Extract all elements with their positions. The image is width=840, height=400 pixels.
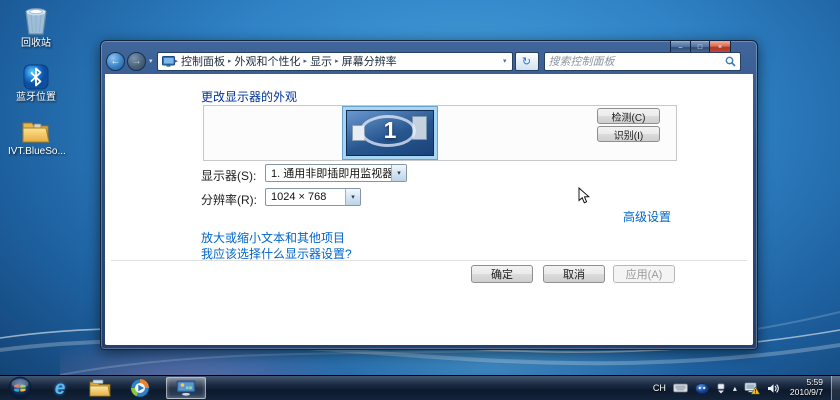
cancel-button[interactable]: 取消 [543,265,605,283]
folder-icon [8,114,64,144]
desktop-icon-bluetooth-places[interactable]: 蓝牙位置 [8,60,64,103]
show-desktop-button[interactable] [831,376,840,400]
taskbar-active-display-settings[interactable] [166,377,206,399]
desktop-icon-label: 回收站 [8,38,64,49]
search-box[interactable]: 搜索控制面板 [544,52,741,71]
resolution-combobox-value: 1024 × 768 [266,191,345,203]
breadcrumb-display[interactable]: 显示 [307,53,335,69]
history-chevron-icon[interactable]: ▾ [149,57,153,65]
windows-explorer-icon[interactable] [88,376,112,400]
internet-explorer-icon[interactable]: e [48,376,72,400]
monitor-number: 1 [347,117,433,144]
resolution-label: 分辨率(R): [201,191,257,208]
recycle-bin-icon [8,6,64,36]
detect-button[interactable]: 检测(C) [597,108,660,124]
display-settings-icon [176,380,196,396]
apply-button: 应用(A) [613,265,675,283]
display-label: 显示器(S): [201,167,256,184]
refresh-button[interactable]: ↻ [515,52,539,71]
network-status-icon[interactable] [744,382,760,395]
navigation-bar: ← → ▾ ▸ 控制面板 ▸ 外观和个性化 ▸ 显示 ▸ 屏幕分辨率 ▾ ↻ 搜… [106,50,752,72]
display-combobox-value: 1. 通用非即插即用监视器 [266,165,391,181]
taskbar: e CH [0,375,840,400]
monitor-preview[interactable]: 1 [346,110,434,156]
keyboard-layout-icon[interactable] [673,383,688,393]
identify-button[interactable]: 识别(I) [597,126,660,142]
breadcrumb-screen-resolution[interactable]: 屏幕分辨率 [339,53,400,69]
forward-button[interactable]: → [127,52,146,71]
start-button[interactable] [8,376,32,400]
advanced-settings-link[interactable]: 高级设置 [623,208,671,225]
bluetooth-icon [8,60,64,90]
desktop-icon-label: IVT.BlueSo... [8,146,64,157]
resolution-combobox[interactable]: 1024 × 768 ▾ [265,188,361,206]
monitor-preview-panel: 1 检测(C) 识别(I) [203,105,677,161]
chevron-down-icon: ▾ [391,165,406,181]
mouse-cursor [578,187,592,205]
make-text-larger-link[interactable]: 放大或缩小文本和其他项目 [201,229,345,246]
search-input[interactable]: 搜索控制面板 [549,53,725,69]
display-combobox[interactable]: 1. 通用非即插即用监视器 ▾ [265,164,407,182]
chevron-down-icon: ▾ [345,189,360,205]
separator [111,260,747,261]
refresh-icon: ↻ [522,55,531,68]
search-icon [725,56,736,67]
forward-icon: → [132,56,142,67]
address-dropdown-icon[interactable]: ▾ [500,57,510,65]
breadcrumb-control-panel[interactable]: 控制面板 [178,53,228,69]
display-location-icon [162,56,175,67]
desktop-icon-label: 蓝牙位置 [8,92,64,103]
device-tray-icon[interactable] [716,383,726,394]
window-client-area: 更改显示器的外观 1 检测(C) 识别(I) 显示器(S): 1. 通用非即插即… [105,74,753,345]
back-icon: ← [111,56,121,67]
screen-resolution-window: – □ × ← → ▾ ▸ 控制面板 ▸ 外观和个性化 ▸ 显示 ▸ 屏幕分辨率… [100,40,758,350]
show-hidden-icons-button[interactable]: ▴ [733,384,737,393]
desktop-icon-recycle-bin[interactable]: 回收站 [8,6,64,49]
system-tray: CH ▴ [646,376,840,400]
volume-icon[interactable] [767,383,780,394]
back-button[interactable]: ← [106,52,125,71]
clock-date: 2010/9/7 [790,388,823,398]
bluesoleil-tray-icon[interactable] [695,383,709,394]
address-bar[interactable]: ▸ 控制面板 ▸ 外观和个性化 ▸ 显示 ▸ 屏幕分辨率 ▾ [157,52,513,71]
media-player-icon[interactable] [128,376,152,400]
taskbar-clock[interactable]: 5:59 2010/9/7 [790,378,823,398]
breadcrumb-appearance[interactable]: 外观和个性化 [232,53,304,69]
language-indicator[interactable]: CH [653,383,666,393]
desktop-icon-ivt-bluesoleil[interactable]: IVT.BlueSo... [8,114,64,157]
page-title: 更改显示器的外观 [201,88,297,105]
ok-button[interactable]: 确定 [471,265,533,283]
